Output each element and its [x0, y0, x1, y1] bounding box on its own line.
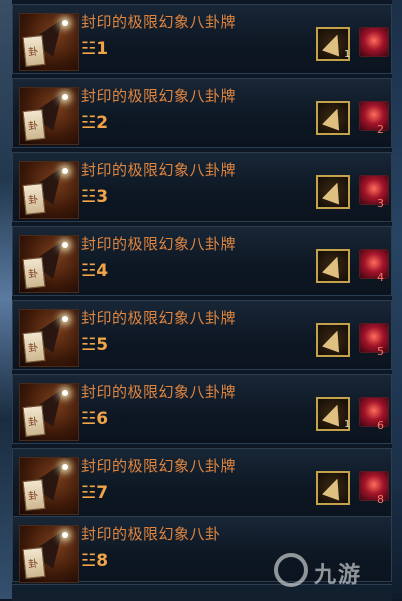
watermark-logo: 九游 — [274, 553, 384, 593]
item-grade: ☳1 — [81, 39, 109, 59]
item-icon — [19, 309, 79, 367]
scrollbar-track[interactable] — [392, 0, 402, 599]
watermark-text: 九游 — [314, 563, 363, 588]
gem-count: 2 — [377, 123, 384, 136]
gem-icon[interactable] — [359, 397, 389, 427]
item-icon — [19, 161, 79, 219]
slot-piece-icon[interactable] — [316, 471, 350, 505]
slot-piece-icon[interactable] — [316, 323, 350, 357]
gem-icon[interactable] — [359, 471, 389, 501]
item-name: 封印的极限幻象八卦牌 — [81, 13, 237, 31]
slot-piece-icon[interactable] — [316, 101, 350, 135]
list-item[interactable]: 封印的极限幻象八卦牌 ☳7 8 — [12, 448, 392, 518]
gem-count: 6 — [377, 419, 384, 432]
item-grade: ☳6 — [81, 409, 109, 429]
gem-count: 3 — [377, 197, 384, 210]
item-grade: ☳2 — [81, 113, 109, 133]
gem-icon[interactable] — [359, 175, 389, 205]
item-grade: ☳8 — [81, 551, 109, 571]
left-background — [0, 0, 12, 599]
item-name: 封印的极限幻象八卦 — [81, 525, 221, 543]
slot-count: 1 — [344, 49, 351, 60]
item-grade: ☳3 — [81, 187, 109, 207]
gem-count: 5 — [377, 345, 384, 358]
item-grade: ☳4 — [81, 261, 109, 281]
item-name: 封印的极限幻象八卦牌 — [81, 383, 237, 401]
slot-piece-icon[interactable] — [316, 175, 350, 209]
list-item[interactable]: 封印的极限幻象八卦牌 ☳1 1 — [12, 4, 392, 74]
item-icon — [19, 383, 79, 441]
item-icon — [19, 235, 79, 293]
list-item[interactable]: 封印的极限幻象八卦牌 ☳4 4 — [12, 226, 392, 296]
slot-piece-icon[interactable] — [316, 249, 350, 283]
item-grade: ☳5 — [81, 335, 109, 355]
list-item[interactable]: 封印的极限幻象八卦牌 ☳3 3 — [12, 152, 392, 222]
gem-icon[interactable] — [359, 101, 389, 131]
list-item[interactable]: 封印的极限幻象八卦牌 ☳6 1 6 — [12, 374, 392, 444]
item-name: 封印的极限幻象八卦牌 — [81, 235, 237, 253]
gem-icon[interactable] — [359, 27, 389, 57]
gem-count: 8 — [377, 493, 384, 506]
gem-icon[interactable] — [359, 249, 389, 279]
item-name: 封印的极限幻象八卦牌 — [81, 161, 237, 179]
list-item[interactable]: 封印的极限幻象八卦牌 ☳2 2 — [12, 78, 392, 148]
item-icon — [19, 87, 79, 145]
item-icon — [19, 13, 79, 71]
item-name: 封印的极限幻象八卦牌 — [81, 87, 237, 105]
item-name: 封印的极限幻象八卦牌 — [81, 309, 237, 327]
gem-icon[interactable] — [359, 323, 389, 353]
gem-count: 4 — [377, 271, 384, 284]
item-icon — [19, 525, 79, 583]
item-list: 封印的极限幻象八卦牌 ☳1 1 封印的极限幻象八卦牌 ☳2 2 封印的极限幻象八… — [12, 0, 392, 601]
slot-count: 1 — [344, 419, 351, 430]
list-item[interactable]: 封印的极限幻象八卦牌 ☳5 5 — [12, 300, 392, 370]
item-name: 封印的极限幻象八卦牌 — [81, 457, 237, 475]
watermark-g-icon — [274, 553, 308, 587]
item-icon — [19, 457, 79, 515]
item-grade: ☳7 — [81, 483, 109, 503]
